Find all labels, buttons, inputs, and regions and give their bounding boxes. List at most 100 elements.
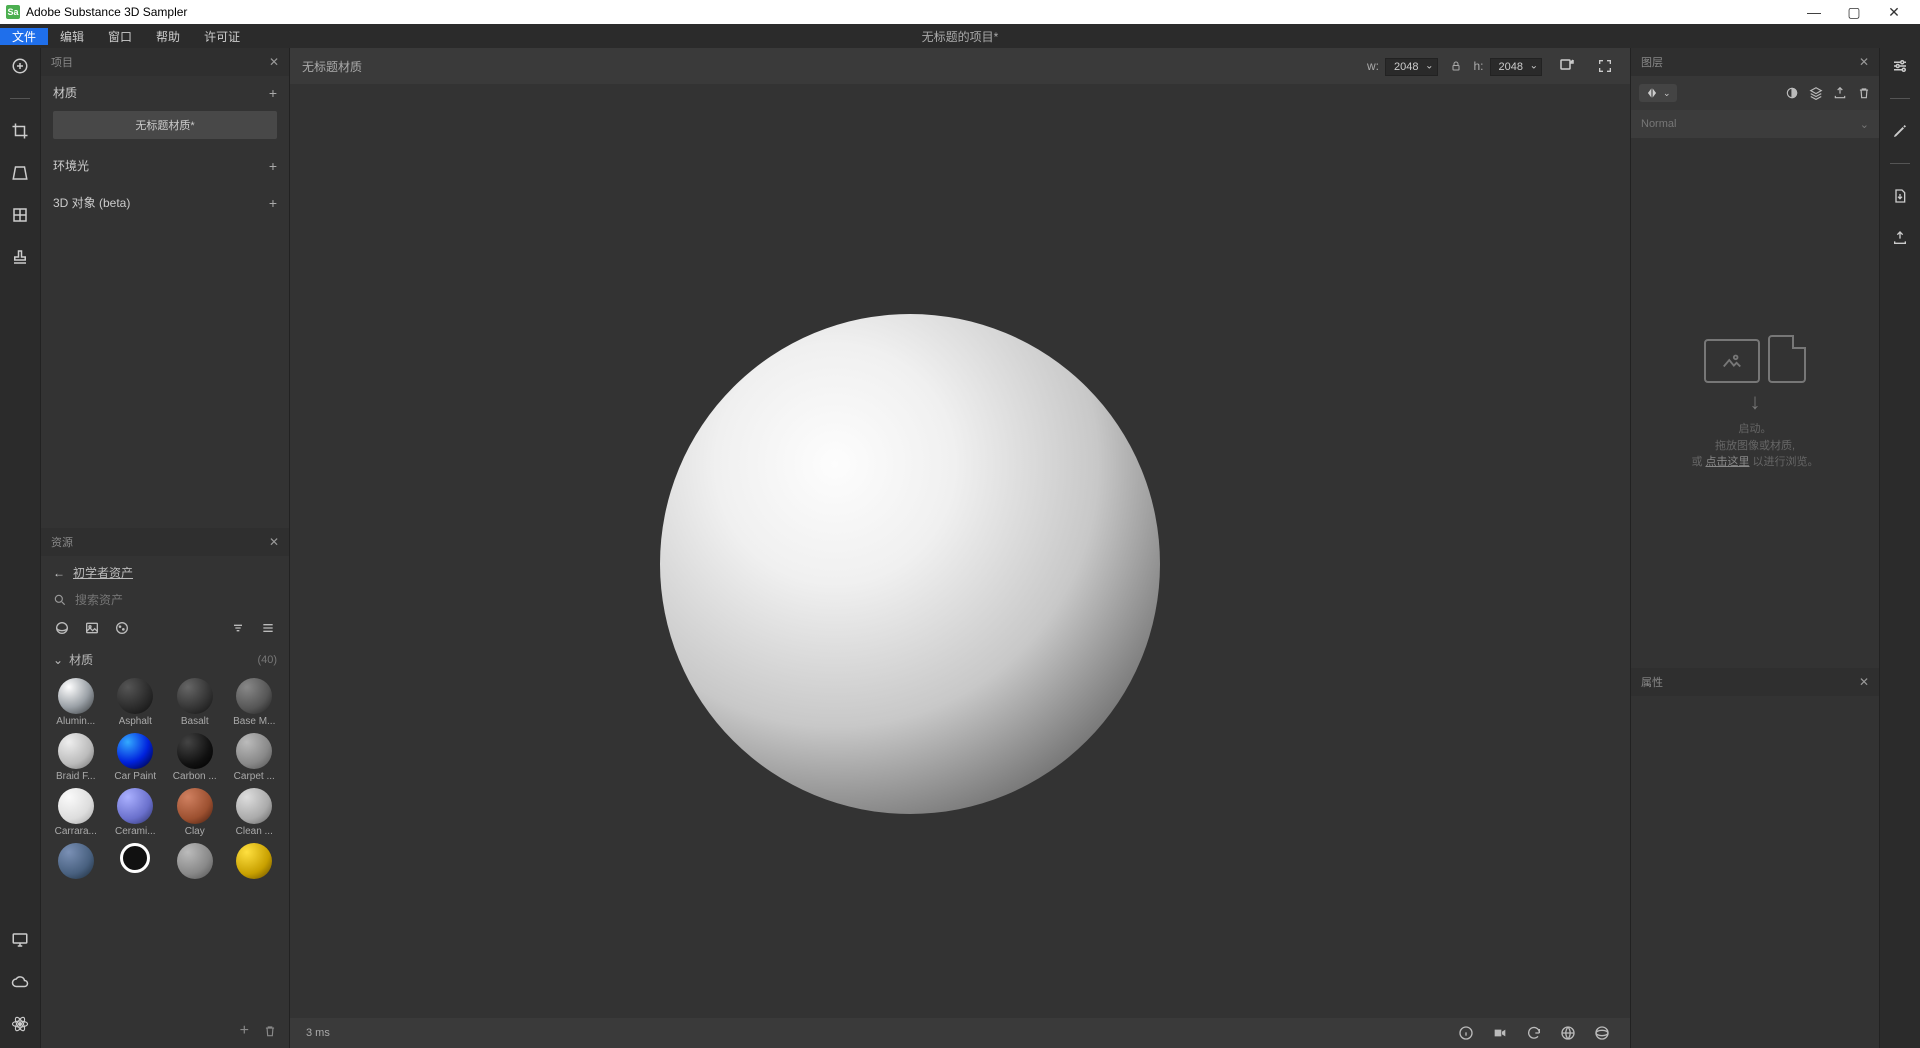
assets-category-label: 材质 bbox=[69, 653, 93, 667]
plus-circle-icon[interactable] bbox=[10, 56, 30, 76]
obj-label: 3D 对象 (beta) bbox=[53, 194, 130, 211]
lock-icon[interactable] bbox=[1450, 60, 1462, 72]
obj-section-header[interactable]: 3D 对象 (beta) + bbox=[41, 186, 289, 219]
material-thumb[interactable]: Carrara... bbox=[49, 788, 103, 837]
material-sphere-icon bbox=[117, 678, 153, 714]
add-obj-icon[interactable]: + bbox=[269, 195, 277, 211]
material-thumb[interactable]: Asphalt bbox=[109, 678, 163, 727]
assets-category[interactable]: ⌄材质 (40) bbox=[49, 645, 281, 674]
image-placeholder-icon bbox=[1704, 339, 1760, 383]
menu-file[interactable]: 文件 bbox=[0, 28, 48, 45]
width-label: w: bbox=[1367, 59, 1379, 73]
project-panel: 项目 ✕ 材质 + 无标题材质* 环境光 + 3D 对象 (beta) + bbox=[41, 48, 289, 528]
material-thumb[interactable]: Cerami... bbox=[109, 788, 163, 837]
cookie-icon[interactable] bbox=[113, 619, 131, 637]
material-thumb[interactable] bbox=[109, 843, 163, 881]
material-thumb[interactable]: Clay bbox=[168, 788, 222, 837]
material-thumb-label: Cerami... bbox=[115, 826, 156, 837]
material-thumb[interactable]: Clean ... bbox=[228, 788, 282, 837]
material-thumb[interactable] bbox=[168, 843, 222, 881]
material-thumb[interactable]: Carpet ... bbox=[228, 733, 282, 782]
sort-icon[interactable] bbox=[229, 619, 247, 637]
assets-category-count: (40) bbox=[257, 654, 277, 666]
material-thumb[interactable] bbox=[228, 843, 282, 881]
list-icon[interactable] bbox=[259, 619, 277, 637]
assets-search[interactable] bbox=[49, 589, 281, 611]
divider bbox=[1890, 98, 1910, 99]
menu-help[interactable]: 帮助 bbox=[144, 28, 192, 45]
sliders-icon[interactable] bbox=[1890, 56, 1910, 76]
material-thumb[interactable]: Braid F... bbox=[49, 733, 103, 782]
properties-panel: 属性 ✕ bbox=[1631, 668, 1879, 1048]
material-thumb-label: Asphalt bbox=[119, 716, 152, 727]
split-view-toggle[interactable]: ⌄ bbox=[1639, 84, 1677, 102]
material-sphere-icon bbox=[177, 733, 213, 769]
info-icon[interactable] bbox=[1454, 1021, 1478, 1045]
add-material-icon[interactable]: + bbox=[269, 85, 277, 101]
materials-section-header[interactable]: 材质 + bbox=[41, 76, 289, 109]
blend-mode-select[interactable]: Normal ⌄ bbox=[1631, 110, 1879, 138]
assets-back[interactable]: ← 初学者资产 bbox=[49, 556, 281, 589]
globe-icon[interactable] bbox=[1556, 1021, 1580, 1045]
maximize-button[interactable]: ▢ bbox=[1834, 0, 1874, 24]
material-thumb-label: Carpet ... bbox=[234, 771, 275, 782]
export-icon[interactable] bbox=[1890, 228, 1910, 248]
material-thumb[interactable]: Car Paint bbox=[109, 733, 163, 782]
material-thumb[interactable]: Base M... bbox=[228, 678, 282, 727]
material-sphere-icon bbox=[120, 843, 150, 873]
cloud-icon[interactable] bbox=[10, 972, 30, 992]
delete-asset-icon[interactable] bbox=[263, 1024, 277, 1038]
camera-icon[interactable] bbox=[1488, 1021, 1512, 1045]
right-toolbar bbox=[1880, 48, 1920, 1048]
menu-license[interactable]: 许可证 bbox=[192, 28, 252, 45]
add-env-icon[interactable]: + bbox=[269, 158, 277, 174]
layers-drop-area[interactable]: ↓ 启动。 拖放图像或材质, 或 点击这里 以进行浏览。 bbox=[1631, 138, 1879, 668]
material-thumb[interactable] bbox=[49, 843, 103, 881]
menu-edit[interactable]: 编辑 bbox=[48, 28, 96, 45]
width-select[interactable]: 2048⌄ bbox=[1385, 59, 1437, 73]
pencil-icon[interactable] bbox=[1890, 121, 1910, 141]
close-icon[interactable]: ✕ bbox=[269, 55, 279, 69]
monitor-icon[interactable] bbox=[10, 930, 30, 950]
height-select[interactable]: 2048⌄ bbox=[1490, 59, 1542, 73]
contrast-icon[interactable] bbox=[1785, 86, 1799, 100]
close-icon[interactable]: ✕ bbox=[269, 535, 279, 549]
crop-icon[interactable] bbox=[10, 121, 30, 141]
material-list-item[interactable]: 无标题材质* bbox=[53, 111, 277, 139]
material-thumb-label: Basalt bbox=[181, 716, 209, 727]
stack-icon[interactable] bbox=[1809, 86, 1823, 100]
search-icon bbox=[53, 593, 67, 607]
project-panel-header: 项目 ✕ bbox=[41, 48, 289, 76]
image-icon[interactable] bbox=[83, 619, 101, 637]
browse-link[interactable]: 点击这里 bbox=[1706, 456, 1750, 468]
env-label: 环境光 bbox=[53, 157, 89, 174]
material-thumb[interactable]: Basalt bbox=[168, 678, 222, 727]
search-input[interactable] bbox=[75, 593, 277, 607]
close-button[interactable]: ✕ bbox=[1874, 0, 1914, 24]
render-time: 3 ms bbox=[306, 1027, 330, 1039]
viewport-3d[interactable] bbox=[290, 84, 1630, 1018]
export-layer-icon[interactable] bbox=[1833, 86, 1847, 100]
viewport-header: 无标题材质 w: 2048⌄ h: 2048⌄ bbox=[290, 48, 1630, 84]
close-icon[interactable]: ✕ bbox=[1859, 675, 1869, 689]
env-section-header[interactable]: 环境光 + bbox=[41, 149, 289, 182]
material-thumb-label: Braid F... bbox=[56, 771, 95, 782]
ai-icon[interactable] bbox=[1554, 53, 1580, 79]
stamp-icon[interactable] bbox=[10, 247, 30, 267]
fullscreen-icon[interactable] bbox=[1592, 53, 1618, 79]
add-asset-icon[interactable]: + bbox=[240, 1022, 249, 1040]
perspective-icon[interactable] bbox=[10, 163, 30, 183]
drop-graphic bbox=[1704, 335, 1806, 383]
trash-icon[interactable] bbox=[1857, 86, 1871, 100]
material-thumb[interactable]: Carbon ... bbox=[168, 733, 222, 782]
sphere-icon[interactable] bbox=[53, 619, 71, 637]
material-thumb[interactable]: Alumin... bbox=[49, 678, 103, 727]
grid-icon[interactable] bbox=[10, 205, 30, 225]
minimize-button[interactable]: — bbox=[1794, 0, 1834, 24]
sphere-view-icon[interactable] bbox=[1590, 1021, 1614, 1045]
import-icon[interactable] bbox=[1890, 186, 1910, 206]
menu-window[interactable]: 窗口 bbox=[96, 28, 144, 45]
refresh-icon[interactable] bbox=[1522, 1021, 1546, 1045]
close-icon[interactable]: ✕ bbox=[1859, 55, 1869, 69]
atom-icon[interactable] bbox=[10, 1014, 30, 1034]
